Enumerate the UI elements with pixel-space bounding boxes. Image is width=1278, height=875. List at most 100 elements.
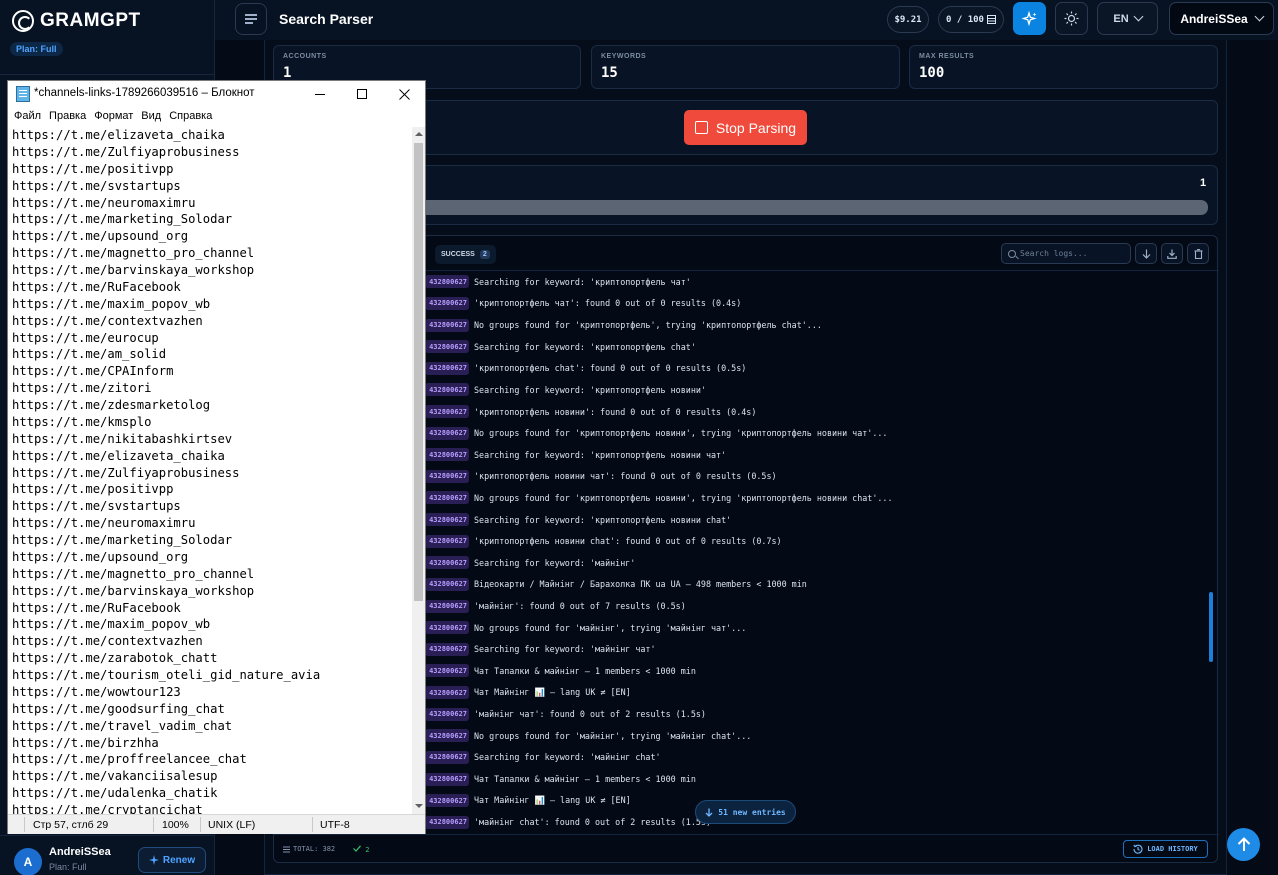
maximize-button[interactable] bbox=[340, 81, 384, 107]
sidebar-divider bbox=[0, 74, 215, 75]
notepad-line: https://t.me/contextvazhen bbox=[12, 313, 203, 328]
menu-item-format[interactable]: Формат bbox=[93, 109, 140, 127]
scroll-to-bottom-button[interactable] bbox=[1135, 243, 1157, 264]
notepad-line: https://t.me/cryptancichat bbox=[12, 803, 203, 814]
log-entry-text: 'криптопортфель chat': found 0 out of 0 … bbox=[474, 363, 747, 374]
notepad-line: https://t.me/RuFacebook bbox=[12, 600, 181, 615]
status-separator bbox=[200, 817, 201, 832]
log-entry-tag: 432800627 bbox=[425, 296, 469, 310]
brand-name: GRAMGPT bbox=[40, 10, 141, 31]
notepad-line: https://t.me/elizaveta_chaika bbox=[12, 448, 225, 463]
log-entry-tag: 432800627 bbox=[425, 556, 469, 570]
notepad-line: https://t.me/neuromaximru bbox=[12, 516, 196, 531]
clear-logs-button[interactable] bbox=[1187, 243, 1209, 264]
status-separator bbox=[312, 817, 313, 832]
balance-pill[interactable]: $9.21 bbox=[887, 6, 929, 33]
notepad-scroll-thumb[interactable] bbox=[414, 143, 423, 601]
log-entry-text: Відеокарти / Майнінг / Барахолка ПК ua U… bbox=[474, 579, 807, 590]
database-icon bbox=[986, 15, 996, 24]
load-history-button[interactable]: LOAD HISTORY bbox=[1123, 840, 1208, 858]
log-entry-text: Чат Майнінг 📊 – lang UK ≠ [EN] bbox=[474, 687, 631, 698]
notepad-line: https://t.me/barvinskaya_workshop bbox=[12, 263, 255, 277]
log-entry-text: 'майнінг chat': found 0 out of 2 results… bbox=[474, 817, 711, 828]
close-icon bbox=[398, 88, 410, 100]
new-entries-button[interactable]: 51 new entries bbox=[695, 800, 796, 824]
log-entry-tag: 432800627 bbox=[425, 361, 469, 375]
log-entry-tag: 432800627 bbox=[425, 405, 469, 419]
log-entry-text: 'криптопортфель новини chat': found 0 ou… bbox=[474, 536, 782, 547]
balance-value: $9.21 bbox=[894, 14, 922, 25]
notepad-line: https://t.me/udalenka_chatik bbox=[12, 786, 218, 801]
stop-parsing-label: Stop Parsing bbox=[715, 119, 797, 136]
log-entry-text: Searching for keyword: 'майнінг чат' bbox=[474, 644, 656, 655]
log-entry-tag: 432800627 bbox=[425, 448, 469, 462]
new-entries-label: 51 new entries bbox=[718, 807, 786, 817]
log-scrollbar[interactable] bbox=[1209, 592, 1213, 662]
minimize-icon bbox=[315, 93, 325, 95]
topbar: Search Parser $9.21 0 / 100 EN AndreiSSe… bbox=[215, 0, 1278, 40]
sun-icon bbox=[1064, 11, 1079, 26]
log-entry-tag: 432800627 bbox=[425, 621, 469, 635]
log-entry-tag: 432800627 bbox=[425, 513, 469, 527]
notepad-line: https://t.me/positivpp bbox=[12, 482, 174, 497]
menu-item-view[interactable]: Вид bbox=[140, 109, 168, 127]
close-button[interactable] bbox=[382, 81, 426, 107]
scroll-to-top-button[interactable] bbox=[1227, 828, 1260, 861]
download-logs-button[interactable] bbox=[1161, 243, 1183, 264]
scroll-up-arrow-icon[interactable] bbox=[415, 132, 423, 136]
notepad-line: https://t.me/wowtour123 bbox=[12, 684, 181, 699]
theme-toggle-button[interactable] bbox=[1055, 2, 1088, 35]
log-search-input[interactable] bbox=[1020, 249, 1125, 258]
notepad-statusbar: Стр 57, стлб 29 100% UNIX (LF) UTF-8 bbox=[8, 814, 425, 834]
footer-total: TOTAL: 382 bbox=[283, 845, 335, 853]
page-title: Search Parser bbox=[279, 11, 374, 27]
sidebar-user-plan: Plan: Full bbox=[49, 862, 87, 872]
notepad-window: *channels-links-1789266039516 – Блокнот … bbox=[7, 80, 426, 834]
user-menu-name: AndreiSSea bbox=[1180, 11, 1248, 26]
log-entry-tag: 432800627 bbox=[425, 642, 469, 656]
menu-item-file[interactable]: Файл bbox=[13, 109, 48, 127]
log-entry-text: 'криптопортфель новини': found 0 out of … bbox=[474, 406, 757, 417]
menu-item-edit[interactable]: Правка bbox=[48, 109, 93, 127]
notepad-scrollbar[interactable] bbox=[412, 127, 425, 814]
avatar[interactable]: A bbox=[14, 848, 42, 875]
notepad-line: https://t.me/magnetto_pro_channel bbox=[12, 246, 255, 261]
brand[interactable]: GRAMGPT bbox=[12, 10, 141, 32]
language-select[interactable]: EN bbox=[1097, 2, 1158, 35]
ai-assistant-button[interactable] bbox=[1013, 2, 1046, 35]
credits-pill[interactable]: 0 / 100 bbox=[938, 6, 1004, 33]
menu-item-help[interactable]: Справка bbox=[168, 109, 219, 127]
arrow-down-icon bbox=[1142, 249, 1150, 259]
stop-parsing-button[interactable]: Stop Parsing bbox=[684, 110, 807, 145]
stat-label: MAX RESULTS bbox=[919, 53, 975, 60]
stop-icon bbox=[694, 121, 708, 134]
stat-value: 1 bbox=[283, 65, 292, 81]
log-entry-text: Searching for keyword: 'криптопортфель c… bbox=[474, 341, 696, 352]
log-entry-tag: 432800627 bbox=[425, 707, 469, 721]
status-position: Стр 57, стлб 29 bbox=[33, 819, 109, 831]
notepad-line: https://t.me/Zulfiyaprobusiness bbox=[12, 465, 240, 480]
notepad-line: https://t.me/CPAInform bbox=[12, 364, 174, 379]
notepad-line: https://t.me/birzhha bbox=[12, 735, 159, 750]
log-footer: TOTAL: 382 2 LOAD HISTORY bbox=[274, 834, 1219, 864]
notepad-line: https://t.me/RuFacebook bbox=[12, 279, 181, 294]
stat-card-keywords: KEYWORDS 15 bbox=[591, 45, 900, 89]
renew-button[interactable]: Renew bbox=[138, 847, 206, 873]
menu-toggle-button[interactable] bbox=[235, 3, 267, 35]
notepad-line: https://t.me/zarabotok_chatt bbox=[12, 651, 218, 666]
notepad-line: https://t.me/barvinskaya_workshop bbox=[12, 583, 255, 598]
notepad-line: https://t.me/Zulfiyaprobusiness bbox=[12, 144, 240, 159]
notepad-titlebar[interactable]: *channels-links-1789266039516 – Блокнот bbox=[8, 81, 425, 107]
tab-success[interactable]: SUCCESS 2 bbox=[435, 245, 496, 264]
sidebar-footer: A AndreiSSea Plan: Full Renew bbox=[0, 835, 215, 875]
notepad-text-area[interactable]: https://t.me/elizaveta_chaika https://t.m… bbox=[8, 127, 412, 814]
list-icon bbox=[283, 846, 290, 852]
scroll-down-arrow-icon[interactable] bbox=[415, 804, 423, 808]
log-entry-text: Searching for keyword: 'майнінг' bbox=[474, 557, 636, 568]
notepad-line: https://t.me/svstartups bbox=[12, 499, 181, 514]
log-entry-tag: 432800627 bbox=[425, 469, 469, 483]
user-menu-button[interactable]: AndreiSSea bbox=[1169, 2, 1274, 35]
log-entry-text: No groups found for 'майнінг', trying 'м… bbox=[474, 622, 747, 633]
minimize-button[interactable] bbox=[298, 81, 342, 107]
history-icon bbox=[1133, 844, 1143, 854]
